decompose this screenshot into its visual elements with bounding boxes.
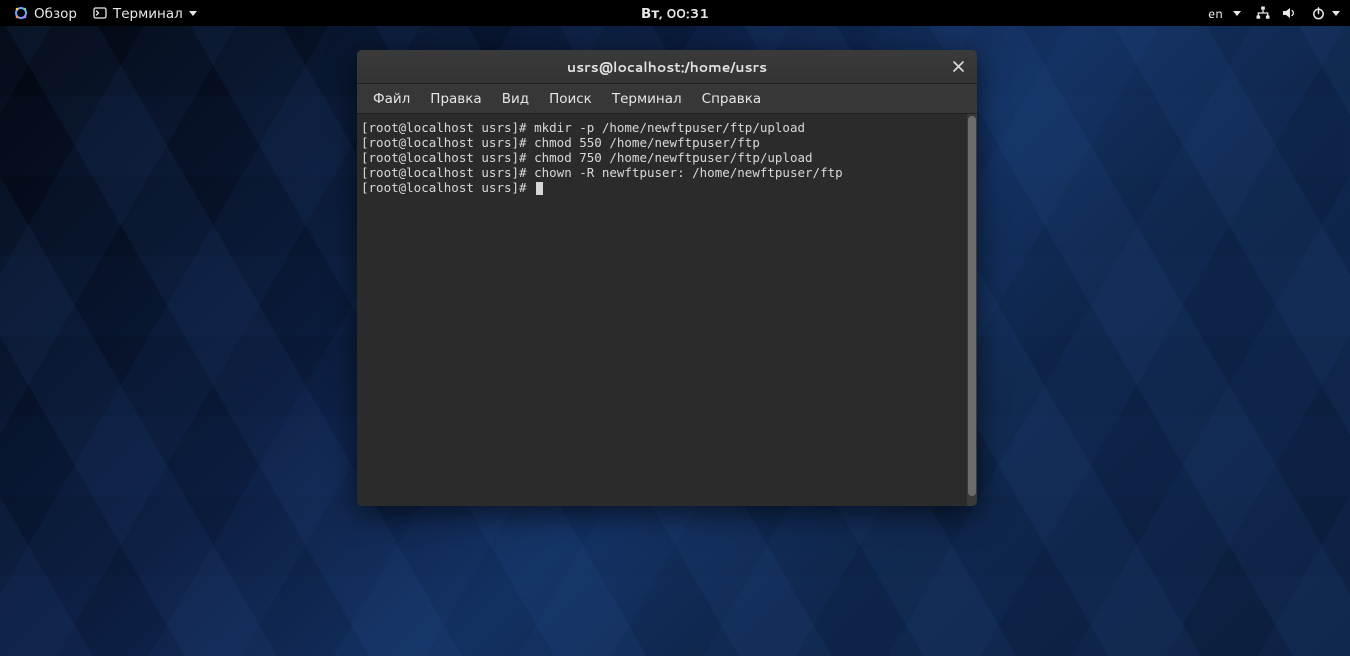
window-title: usrs@localhost:/home/usrs (567, 57, 767, 77)
terminal-output[interactable]: [root@localhost usrs]# mkdir -p /home/ne… (357, 114, 967, 506)
activities-label: Обзор (34, 4, 77, 23)
app-menu-button[interactable]: Терминал (85, 0, 205, 26)
terminal-body[interactable]: [root@localhost usrs]# mkdir -p /home/ne… (357, 114, 977, 506)
terminal-line: [root@localhost usrs]# chmod 550 /home/n… (361, 135, 760, 150)
window-close-button[interactable] (949, 58, 967, 76)
volume-icon[interactable] (1281, 5, 1297, 21)
activities-button[interactable]: Обзор (6, 0, 85, 26)
network-icon[interactable] (1255, 5, 1271, 21)
terminal-app-icon (93, 6, 107, 20)
menu-terminal[interactable]: Терминал (602, 85, 692, 112)
terminal-prompt: [root@localhost usrs]# (361, 180, 534, 195)
terminal-cursor (536, 182, 543, 195)
menu-file[interactable]: Файл (363, 85, 420, 112)
app-menu-label: Терминал (113, 4, 183, 23)
scrollbar-thumb[interactable] (968, 116, 976, 496)
window-titlebar[interactable]: usrs@localhost:/home/usrs (357, 50, 977, 84)
keyboard-layout-indicator[interactable]: en (1204, 0, 1245, 26)
system-menu-button[interactable] (1307, 0, 1344, 26)
power-icon (1311, 6, 1326, 21)
menu-search[interactable]: Поиск (539, 85, 602, 112)
menu-help[interactable]: Справка (692, 85, 771, 112)
clock-button[interactable]: Вт, 00:31 (641, 4, 709, 23)
activities-icon (14, 6, 28, 20)
keyboard-layout-label: en (1208, 4, 1223, 23)
terminal-menubar: Файл Правка Вид Поиск Терминал Справка (357, 84, 977, 114)
top-panel: Обзор Терминал Вт, 00:31 en (0, 0, 1350, 26)
chevron-down-icon (1332, 11, 1340, 16)
terminal-window: usrs@localhost:/home/usrs Файл Правка Ви… (357, 50, 977, 506)
close-icon (953, 61, 964, 72)
terminal-scrollbar[interactable] (967, 114, 977, 506)
chevron-down-icon (189, 11, 197, 16)
chevron-down-icon (1233, 11, 1241, 16)
menu-edit[interactable]: Правка (420, 85, 491, 112)
terminal-line: [root@localhost usrs]# mkdir -p /home/ne… (361, 120, 805, 135)
clock-label: Вт, 00:31 (641, 4, 709, 23)
terminal-line: [root@localhost usrs]# chown -R newftpus… (361, 165, 843, 180)
terminal-line: [root@localhost usrs]# chmod 750 /home/n… (361, 150, 813, 165)
menu-view[interactable]: Вид (492, 85, 539, 112)
